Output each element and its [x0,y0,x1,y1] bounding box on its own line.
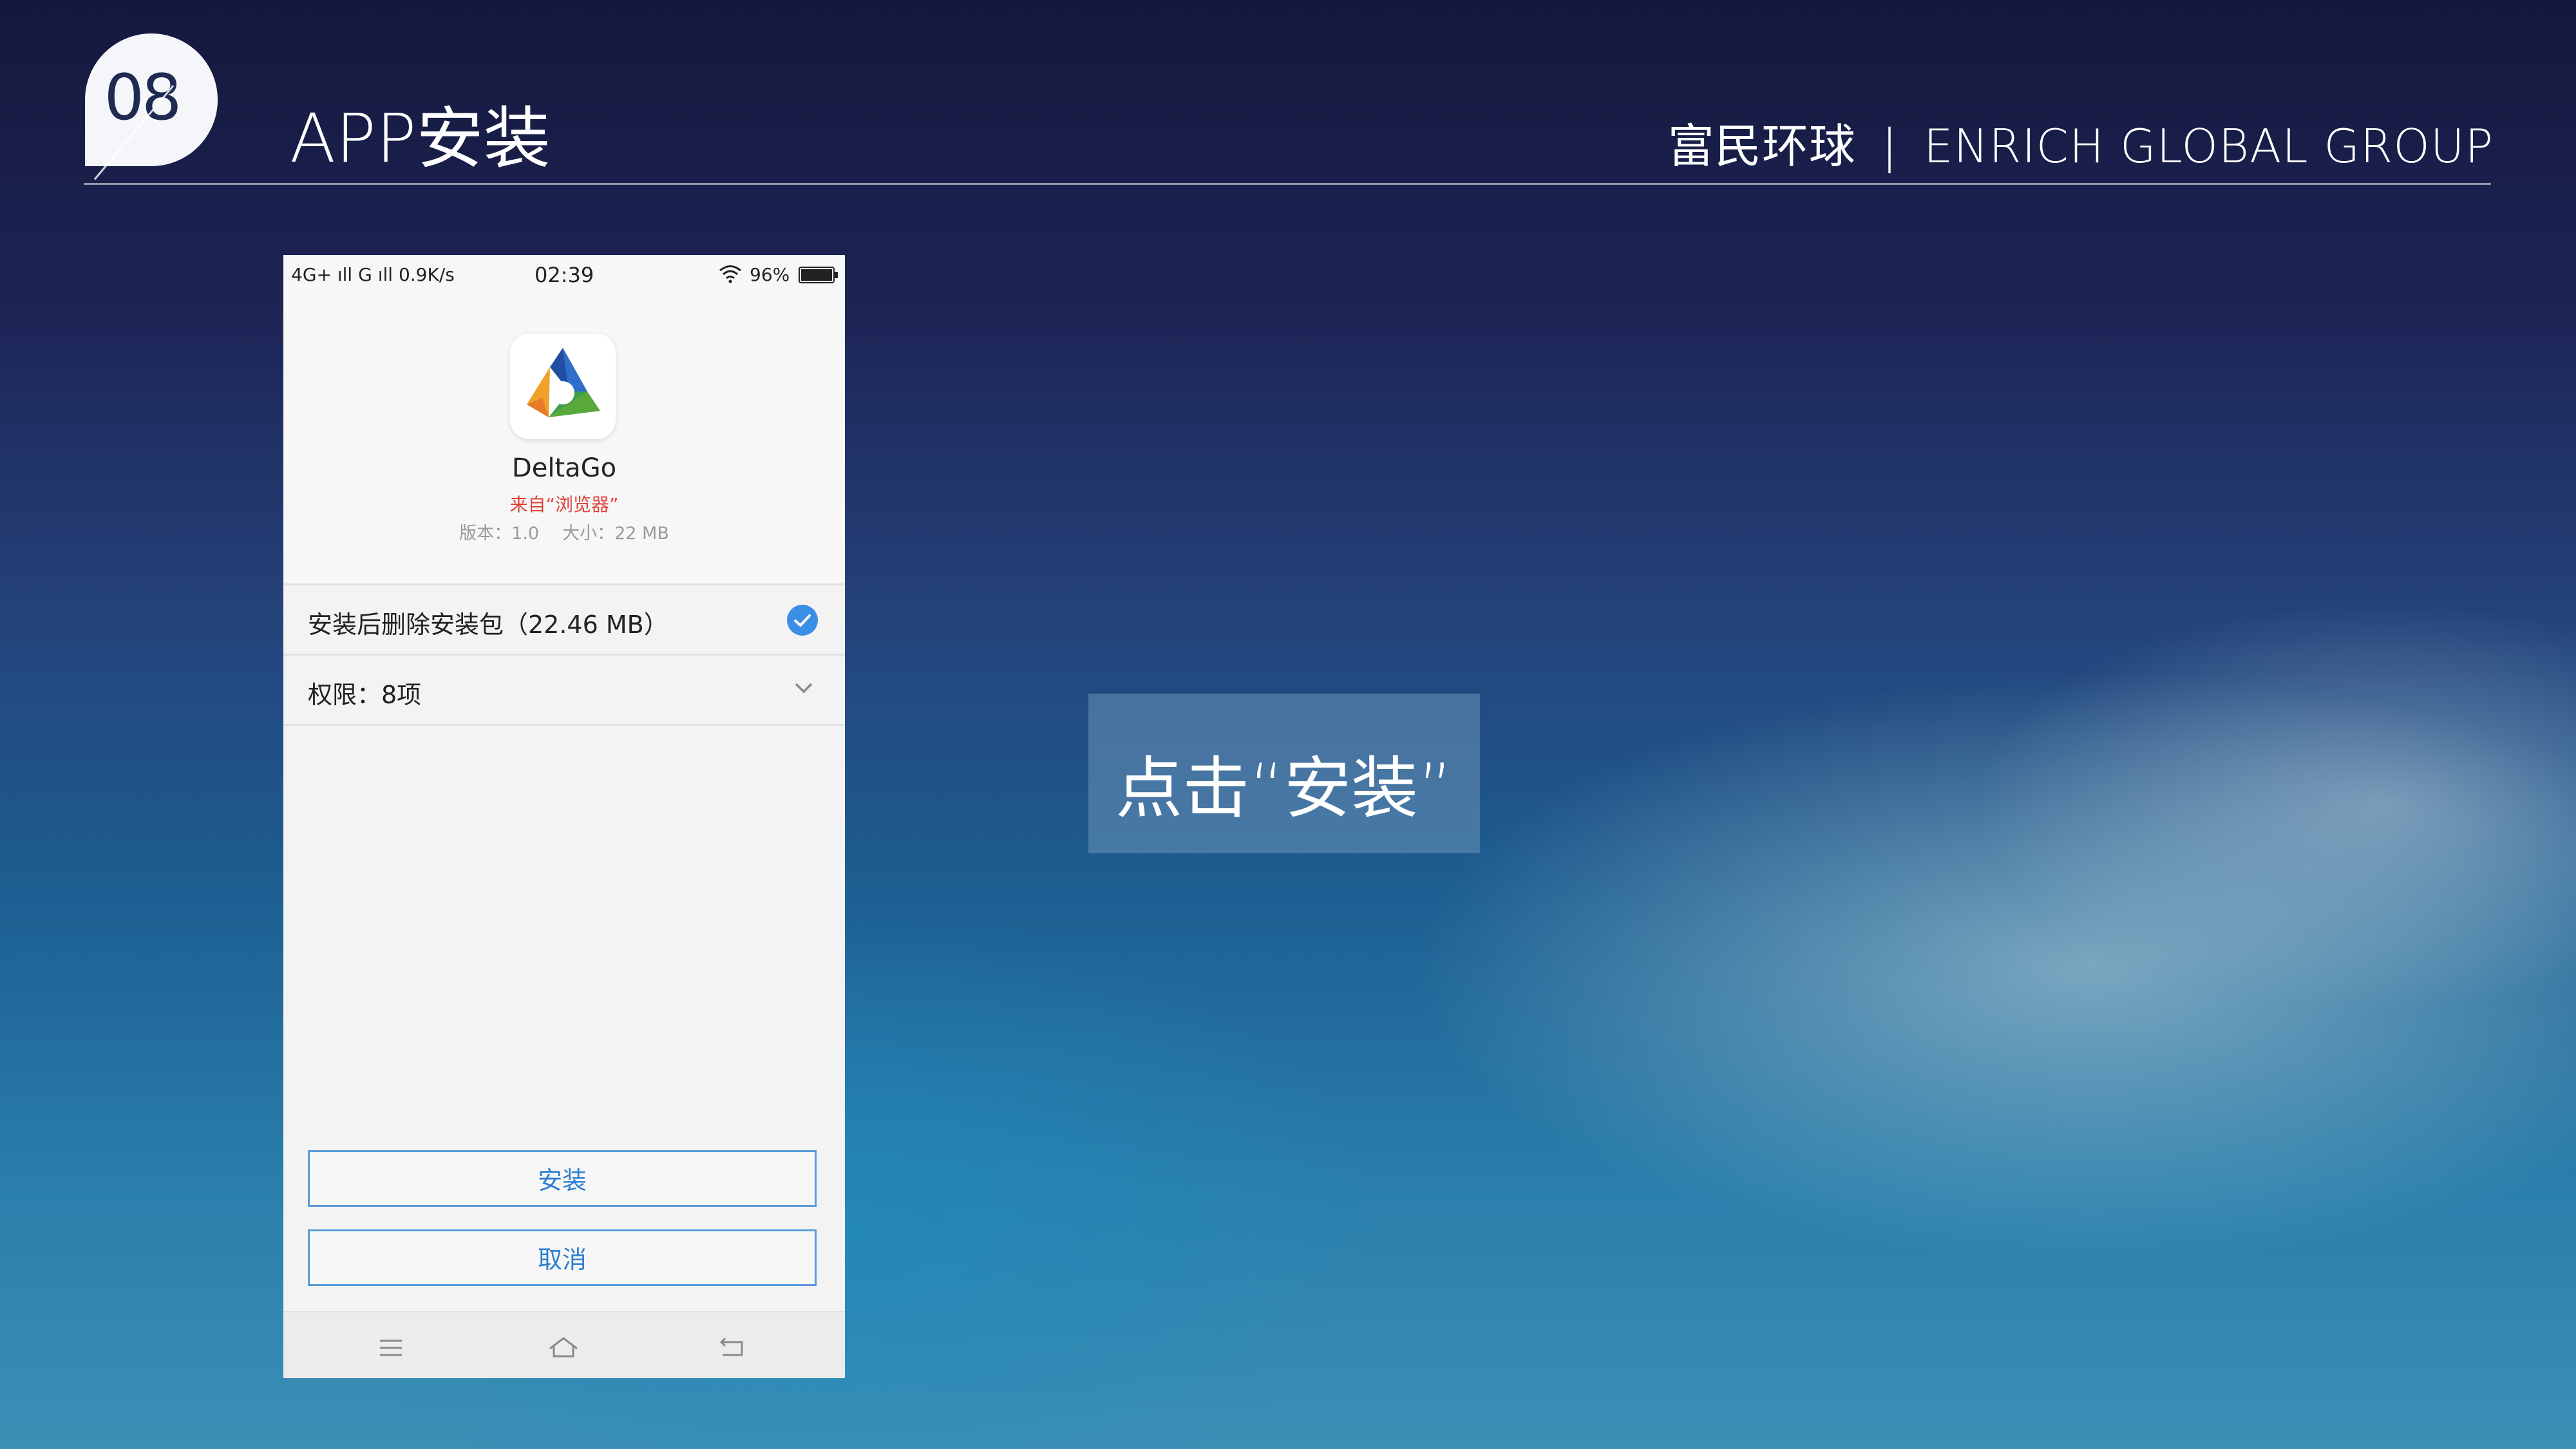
install-button[interactable]: 安装 [308,1150,817,1207]
navigation-bar [283,1311,845,1378]
signal-status: 4G+ ıll G ıll 0.9K/s [291,264,455,285]
status-time: 02:39 [535,263,594,287]
app-icon [510,334,616,439]
cancel-button[interactable]: 取消 [308,1229,817,1286]
home-icon[interactable] [547,1332,580,1364]
deltago-logo-icon [527,348,600,417]
brand-separator: | [1881,119,1899,173]
status-bar: 4G+ ıll G ıll 0.9K/s 02:39 96% [283,255,845,294]
app-source: 来自“浏览器” [509,494,619,515]
battery-icon [799,267,838,283]
back-icon[interactable] [716,1332,748,1364]
delete-package-option[interactable]: 安装后删除安装包（22.46 MB） [283,583,845,654]
header-divider [84,183,2491,185]
permissions-label: 权限：8项 [308,681,422,709]
checkmark-icon[interactable] [787,605,818,636]
menu-icon[interactable] [375,1332,407,1364]
permissions-option[interactable]: 权限：8项 [283,654,845,726]
app-version: 版本：1.0 [459,524,540,544]
app-size: 大小：22 MB [562,524,669,544]
battery-percent: 96% [750,264,790,285]
app-meta: 版本：1.0 大小：22 MB [283,519,845,544]
brand-name-cn: 富民环球 [1667,119,1856,173]
chevron-down-icon[interactable] [791,675,817,701]
instruction-text: 点击“安装” [1115,749,1453,828]
app-info-section: DeltaGo 来自“浏览器” 版本：1.0 大小：22 MB [283,294,845,583]
wifi-icon [719,265,741,283]
phone-screenshot: 4G+ ıll G ıll 0.9K/s 02:39 96% DeltaGo 来… [283,255,845,1378]
brand-name-en: ENRICH GLOBAL GROUP [1924,119,2494,173]
brand-header: 富民环球 | ENRICH GLOBAL GROUP [1668,108,2494,176]
delete-package-label: 安装后删除安装包（22.46 MB） [308,611,668,639]
app-name: DeltaGo [511,453,617,483]
instruction-callout: 点击“安装” [1088,694,1480,853]
slide-title: APP安装 [290,99,551,178]
